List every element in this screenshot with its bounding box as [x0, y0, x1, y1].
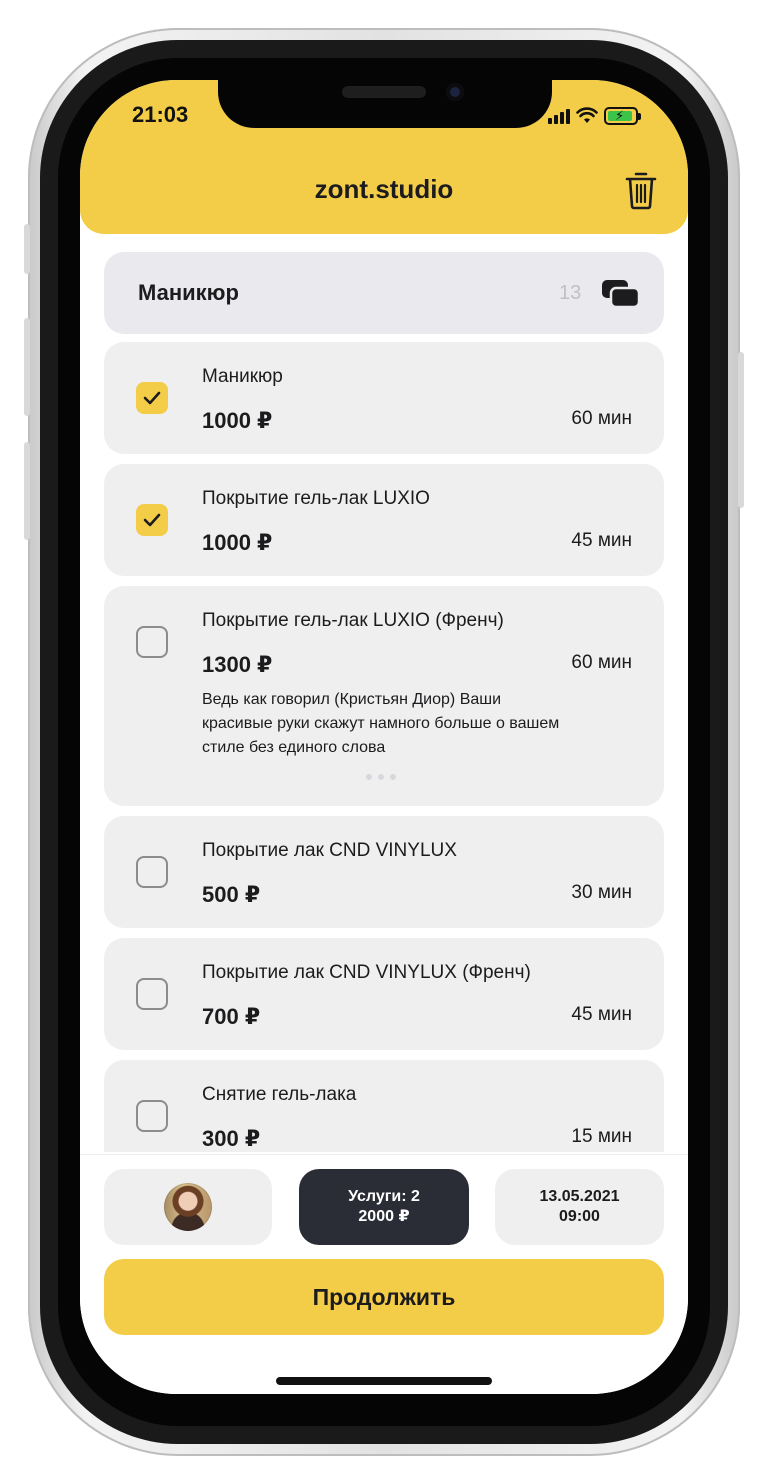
appointment-time: 09:00: [559, 1208, 600, 1225]
status-icons: ⚡: [548, 104, 641, 128]
service-duration: 45 мин: [571, 1004, 632, 1025]
service-price: 1000 ₽: [202, 530, 273, 555]
wifi-icon: [576, 107, 598, 123]
service-price: 300 ₽: [202, 1126, 261, 1151]
checkmark-icon: [143, 513, 161, 527]
appointment-date: 13.05.2021: [539, 1188, 620, 1205]
service-checkbox[interactable]: [136, 1100, 168, 1132]
service-name: Маникюр: [202, 366, 283, 387]
volume-down-button: [24, 442, 30, 540]
service-card[interactable]: Покрытие лак CND VINYLUX (Френч) 700 ₽ 4…: [104, 938, 664, 1050]
charging-bolt-icon: ⚡: [615, 108, 625, 123]
continue-button[interactable]: Продолжить: [104, 1259, 664, 1335]
service-duration: 45 мин: [571, 530, 632, 551]
battery-icon: ⚡: [604, 107, 641, 125]
services-total: 2000 ₽: [358, 1208, 410, 1225]
avatar: [164, 1183, 212, 1231]
services-summary-chip[interactable]: Услуги: 2 2000 ₽: [299, 1169, 469, 1245]
master-chip[interactable]: [104, 1169, 272, 1245]
description-line: красивые руки скажут намного больше о ва…: [202, 715, 560, 732]
service-card[interactable]: Покрытие лак CND VINYLUX 500 ₽ 30 мин: [104, 816, 664, 928]
service-description: Ведь как говорил (Кристьян Диор) Ваши кр…: [202, 688, 632, 760]
more-dots-icon[interactable]: [366, 774, 396, 780]
service-checkbox[interactable]: [136, 382, 168, 414]
service-duration: 60 мин: [571, 408, 632, 429]
cards-icon[interactable]: [602, 278, 640, 308]
speaker-grille: [342, 86, 426, 98]
app-header: 21:03 ⚡ zont.studio: [80, 80, 688, 234]
service-checkbox[interactable]: [136, 626, 168, 658]
service-card[interactable]: Покрытие гель-лак LUXIO 1000 ₽ 45 мин: [104, 464, 664, 576]
service-name: Покрытие лак CND VINYLUX: [202, 840, 457, 861]
service-card[interactable]: Покрытие гель-лак LUXIO (Френч) 1300 ₽ 6…: [104, 586, 664, 806]
service-duration: 15 мин: [571, 1126, 632, 1147]
service-name: Снятие гель-лака: [202, 1084, 357, 1105]
description-line: Ведь как говорил (Кристьян Диор) Ваши: [202, 691, 502, 708]
service-checkbox[interactable]: [136, 856, 168, 888]
bottom-bar: Услуги: 2 2000 ₽ 13.05.2021 09:00 Продол…: [80, 1154, 688, 1394]
datetime-chip[interactable]: 13.05.2021 09:00: [495, 1169, 664, 1245]
service-card[interactable]: Маникюр 1000 ₽ 60 мин: [104, 342, 664, 454]
service-price: 1300 ₽: [202, 652, 273, 677]
category-count: 13: [559, 282, 582, 304]
app-screen: 21:03 ⚡ zont.studio Маникюр 13 Маникюр 1…: [80, 80, 688, 1394]
service-name: Покрытие гель-лак LUXIO (Френч): [202, 610, 504, 631]
status-time: 21:03: [132, 102, 189, 127]
app-title: zont.studio: [314, 174, 454, 204]
volume-up-button: [24, 318, 30, 416]
service-price: 1000 ₽: [202, 408, 273, 433]
service-card[interactable]: Снятие гель-лака 300 ₽ 15 мин: [104, 1060, 664, 1152]
service-duration: 30 мин: [571, 882, 632, 903]
services-list[interactable]: Маникюр 1000 ₽ 60 мин Покрытие гель-лак …: [104, 342, 664, 1152]
service-checkbox[interactable]: [136, 978, 168, 1010]
services-count: Услуги: 2: [348, 1188, 420, 1205]
trash-icon[interactable]: [624, 170, 658, 210]
service-price: 700 ₽: [202, 1004, 261, 1029]
service-name: Покрытие лак CND VINYLUX (Френч): [202, 962, 531, 983]
checkmark-icon: [143, 391, 161, 405]
category-title: Маникюр: [138, 280, 239, 305]
service-checkbox[interactable]: [136, 504, 168, 536]
signal-icon: [548, 108, 570, 124]
home-indicator: [276, 1377, 492, 1385]
category-header[interactable]: Маникюр 13: [104, 252, 664, 334]
description-line: стиле без единого слова: [202, 739, 386, 756]
power-button: [738, 352, 744, 508]
service-name: Покрытие гель-лак LUXIO: [202, 488, 430, 509]
service-duration: 60 мин: [571, 652, 632, 673]
front-camera: [446, 83, 464, 101]
mute-switch: [24, 224, 30, 274]
service-price: 500 ₽: [202, 882, 261, 907]
notch: [218, 80, 552, 128]
